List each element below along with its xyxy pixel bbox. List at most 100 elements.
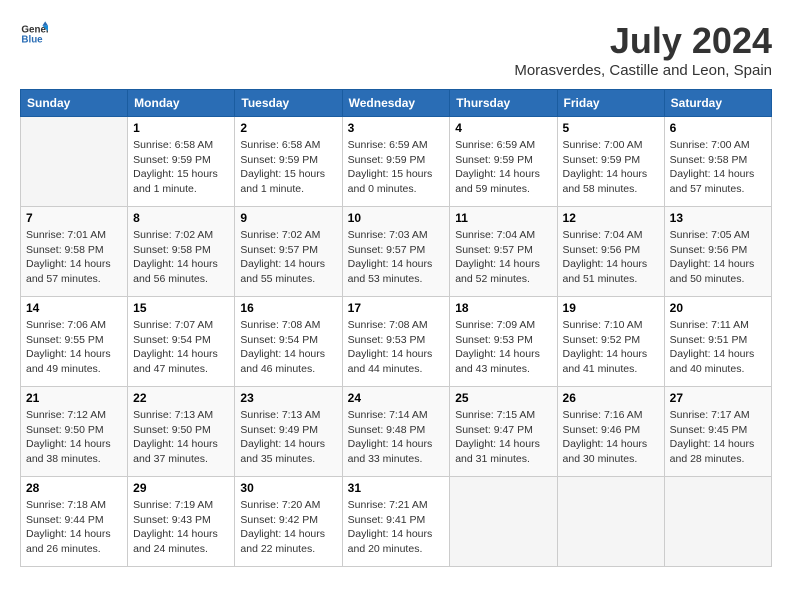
weekday-header-friday: Friday (557, 90, 664, 117)
day-number: 4 (455, 121, 551, 135)
calendar-cell: 21 Sunrise: 7:12 AMSunset: 9:50 PMDayligh… (21, 387, 128, 477)
calendar-cell: 1Sunrise: 6:58 AMSunset: 9:59 PMDaylight… (128, 117, 235, 207)
logo: General Blue (20, 20, 48, 48)
logo-icon: General Blue (20, 20, 48, 48)
day-number: 10 (348, 211, 445, 225)
calendar-cell: 23 Sunrise: 7:13 AMSunset: 9:49 PMDayligh… (235, 387, 342, 477)
day-number: 17 (348, 301, 445, 315)
day-info: Sunrise: 7:08 AMSunset: 9:53 PMDaylight:… (348, 318, 445, 377)
day-number: 23 (240, 391, 336, 405)
calendar-cell: 17 Sunrise: 7:08 AMSunset: 9:53 PMDayligh… (342, 297, 450, 387)
weekday-header-tuesday: Tuesday (235, 90, 342, 117)
calendar-week-2: 7 Sunrise: 7:01 AMSunset: 9:58 PMDaylight… (21, 207, 772, 297)
calendar-cell: 16 Sunrise: 7:08 AMSunset: 9:54 PMDayligh… (235, 297, 342, 387)
month-title: July 2024 (514, 20, 772, 62)
calendar-cell: 10Sunrise: 7:03 AMSunset: 9:57 PMDayligh… (342, 207, 450, 297)
day-info: Sunrise: 7:14 AMSunset: 9:48 PMDaylight:… (348, 408, 445, 467)
calendar-week-1: 1Sunrise: 6:58 AMSunset: 9:59 PMDaylight… (21, 117, 772, 207)
weekday-header-thursday: Thursday (450, 90, 557, 117)
calendar-cell: 20Sunrise: 7:11 AMSunset: 9:51 PMDayligh… (664, 297, 771, 387)
day-number: 6 (670, 121, 766, 135)
day-number: 12 (563, 211, 659, 225)
day-number: 24 (348, 391, 445, 405)
calendar-week-4: 21 Sunrise: 7:12 AMSunset: 9:50 PMDayligh… (21, 387, 772, 477)
day-info: Sunrise: 7:00 AMSunset: 9:58 PMDaylight:… (670, 138, 766, 197)
day-number: 26 (563, 391, 659, 405)
day-number: 2 (240, 121, 336, 135)
day-number: 29 (133, 481, 229, 495)
day-number: 5 (563, 121, 659, 135)
calendar-cell: 15 Sunrise: 7:07 AMSunset: 9:54 PMDayligh… (128, 297, 235, 387)
day-info: Sunrise: 7:04 AMSunset: 9:57 PMDaylight:… (455, 228, 551, 287)
day-info: Sunrise: 7:06 AMSunset: 9:55 PMDaylight:… (26, 318, 122, 377)
day-number: 16 (240, 301, 336, 315)
calendar-cell: 25Sunrise: 7:15 AMSunset: 9:47 PMDayligh… (450, 387, 557, 477)
calendar-cell: 13 Sunrise: 7:05 AMSunset: 9:56 PMDayligh… (664, 207, 771, 297)
day-info: Sunrise: 7:16 AMSunset: 9:46 PMDaylight:… (563, 408, 659, 467)
calendar-cell: 3 Sunrise: 6:59 AMSunset: 9:59 PMDaylight… (342, 117, 450, 207)
day-info: Sunrise: 7:02 AMSunset: 9:57 PMDaylight:… (240, 228, 336, 287)
day-info: Sunrise: 7:12 AMSunset: 9:50 PMDaylight:… (26, 408, 122, 467)
day-info: Sunrise: 7:13 AMSunset: 9:49 PMDaylight:… (240, 408, 336, 467)
day-number: 7 (26, 211, 122, 225)
day-number: 30 (240, 481, 336, 495)
day-number: 28 (26, 481, 122, 495)
day-info: Sunrise: 7:13 AMSunset: 9:50 PMDaylight:… (133, 408, 229, 467)
header-row: SundayMondayTuesdayWednesdayThursdayFrid… (21, 90, 772, 117)
calendar-week-5: 28 Sunrise: 7:18 AMSunset: 9:44 PMDayligh… (21, 477, 772, 567)
calendar-cell: 2Sunrise: 6:58 AMSunset: 9:59 PMDaylight… (235, 117, 342, 207)
calendar-cell: 27Sunrise: 7:17 AMSunset: 9:45 PMDayligh… (664, 387, 771, 477)
day-info: Sunrise: 6:59 AMSunset: 9:59 PMDaylight:… (348, 138, 445, 197)
weekday-header-wednesday: Wednesday (342, 90, 450, 117)
day-number: 8 (133, 211, 229, 225)
calendar-cell: 7 Sunrise: 7:01 AMSunset: 9:58 PMDaylight… (21, 207, 128, 297)
calendar-cell: 28 Sunrise: 7:18 AMSunset: 9:44 PMDayligh… (21, 477, 128, 567)
calendar-cell: 8Sunrise: 7:02 AMSunset: 9:58 PMDaylight… (128, 207, 235, 297)
day-info: Sunrise: 7:18 AMSunset: 9:44 PMDaylight:… (26, 498, 122, 557)
day-info: Sunrise: 7:10 AMSunset: 9:52 PMDaylight:… (563, 318, 659, 377)
calendar-cell: 18Sunrise: 7:09 AMSunset: 9:53 PMDayligh… (450, 297, 557, 387)
day-info: Sunrise: 7:01 AMSunset: 9:58 PMDaylight:… (26, 228, 122, 287)
day-info: Sunrise: 7:11 AMSunset: 9:51 PMDaylight:… (670, 318, 766, 377)
calendar-cell: 31 Sunrise: 7:21 AMSunset: 9:41 PMDayligh… (342, 477, 450, 567)
day-number: 22 (133, 391, 229, 405)
day-number: 19 (563, 301, 659, 315)
day-number: 13 (670, 211, 766, 225)
calendar-cell: 19 Sunrise: 7:10 AMSunset: 9:52 PMDayligh… (557, 297, 664, 387)
day-number: 14 (26, 301, 122, 315)
day-number: 3 (348, 121, 445, 135)
weekday-header-monday: Monday (128, 90, 235, 117)
day-number: 27 (670, 391, 766, 405)
day-number: 21 (26, 391, 122, 405)
day-info: Sunrise: 7:08 AMSunset: 9:54 PMDaylight:… (240, 318, 336, 377)
day-number: 9 (240, 211, 336, 225)
calendar-cell: 5 Sunrise: 7:00 AMSunset: 9:59 PMDaylight… (557, 117, 664, 207)
day-info: Sunrise: 7:04 AMSunset: 9:56 PMDaylight:… (563, 228, 659, 287)
calendar-cell: 22 Sunrise: 7:13 AMSunset: 9:50 PMDayligh… (128, 387, 235, 477)
day-number: 18 (455, 301, 551, 315)
day-info: Sunrise: 6:59 AMSunset: 9:59 PMDaylight:… (455, 138, 551, 197)
day-info: Sunrise: 7:21 AMSunset: 9:41 PMDaylight:… (348, 498, 445, 557)
calendar-cell (450, 477, 557, 567)
day-info: Sunrise: 7:07 AMSunset: 9:54 PMDaylight:… (133, 318, 229, 377)
day-info: Sunrise: 7:00 AMSunset: 9:59 PMDaylight:… (563, 138, 659, 197)
calendar-cell: 4 Sunrise: 6:59 AMSunset: 9:59 PMDaylight… (450, 117, 557, 207)
weekday-header-saturday: Saturday (664, 90, 771, 117)
calendar-cell: 30 Sunrise: 7:20 AMSunset: 9:42 PMDayligh… (235, 477, 342, 567)
day-info: Sunrise: 7:20 AMSunset: 9:42 PMDaylight:… (240, 498, 336, 557)
day-number: 1 (133, 121, 229, 135)
calendar-cell: 29 Sunrise: 7:19 AMSunset: 9:43 PMDayligh… (128, 477, 235, 567)
calendar-cell (557, 477, 664, 567)
calendar-cell (664, 477, 771, 567)
page-header: General Blue July 2024 Morasverdes, Cast… (20, 20, 772, 79)
day-info: Sunrise: 7:05 AMSunset: 9:56 PMDaylight:… (670, 228, 766, 287)
location-title: Morasverdes, Castille and Leon, Spain (514, 62, 772, 79)
day-info: Sunrise: 7:19 AMSunset: 9:43 PMDaylight:… (133, 498, 229, 557)
calendar-cell: 26 Sunrise: 7:16 AMSunset: 9:46 PMDayligh… (557, 387, 664, 477)
calendar-cell: 9 Sunrise: 7:02 AMSunset: 9:57 PMDaylight… (235, 207, 342, 297)
day-number: 15 (133, 301, 229, 315)
day-number: 31 (348, 481, 445, 495)
calendar-cell: 6 Sunrise: 7:00 AMSunset: 9:58 PMDaylight… (664, 117, 771, 207)
day-number: 25 (455, 391, 551, 405)
calendar-cell: 11Sunrise: 7:04 AMSunset: 9:57 PMDayligh… (450, 207, 557, 297)
